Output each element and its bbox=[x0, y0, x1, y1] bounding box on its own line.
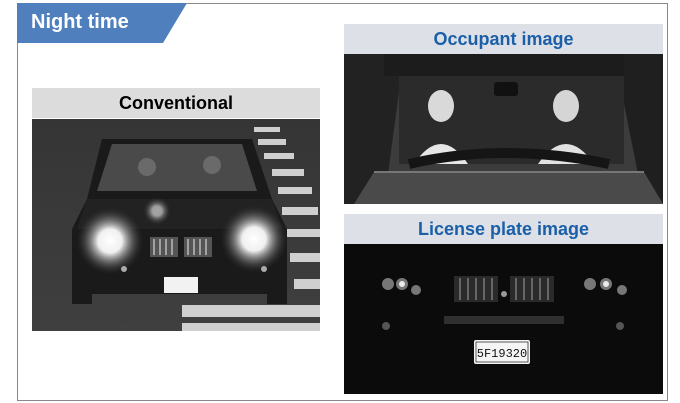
plate-number: 5F19320 bbox=[477, 347, 527, 361]
night-time-tab: Night time bbox=[17, 3, 187, 43]
plate-photo: 5F19320 bbox=[344, 244, 663, 394]
conventional-photo bbox=[32, 119, 320, 331]
tab-label: Night time bbox=[31, 11, 129, 33]
occupant-title: Occupant image bbox=[344, 24, 663, 54]
plate-title: License plate image bbox=[344, 214, 663, 244]
conventional-title: Conventional bbox=[32, 88, 320, 118]
occupant-photo bbox=[344, 54, 663, 204]
